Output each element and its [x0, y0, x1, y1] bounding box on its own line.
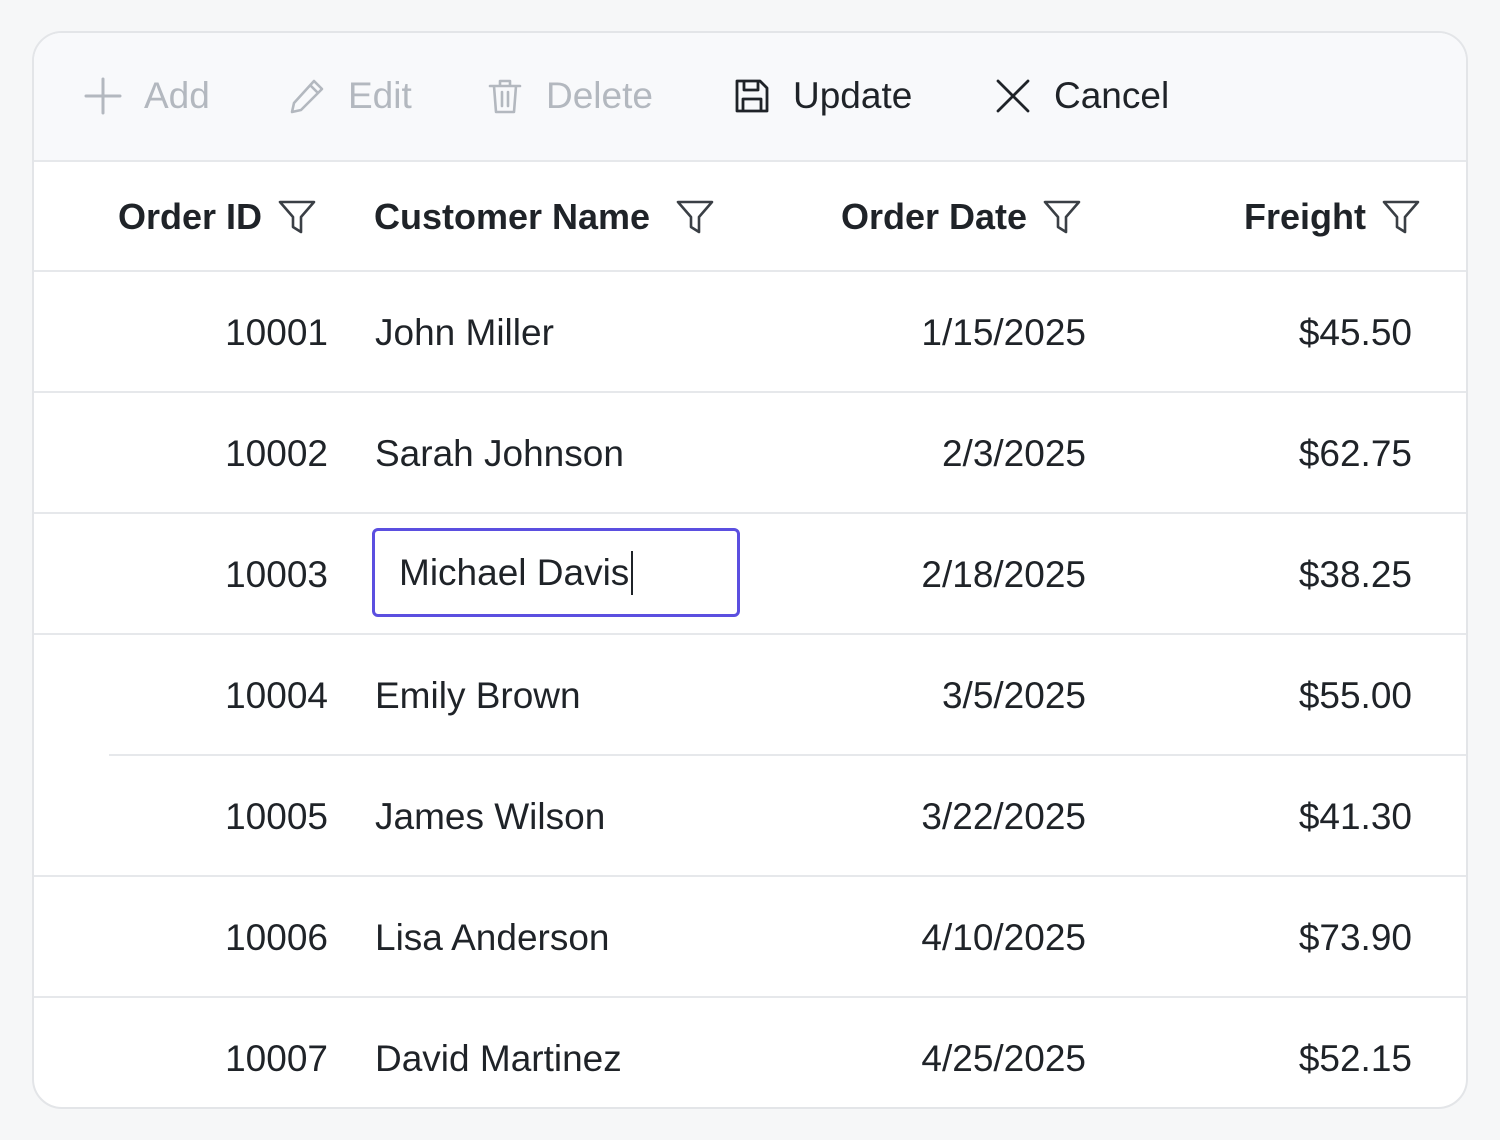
cell-customer-name: James Wilson — [375, 795, 606, 837]
table-row[interactable]: 10007 David Martinez 4/25/2025 $52.15 — [34, 998, 1466, 1107]
column-header-order-date[interactable]: Order Date — [841, 162, 1083, 272]
cell-order-date: 3/5/2025 — [941, 674, 1086, 716]
cell-freight: $41.30 — [1298, 795, 1412, 837]
filter-icon[interactable] — [276, 196, 318, 238]
delete-button[interactable]: Delete — [484, 73, 653, 119]
data-grid: Add Edit Delete Update Cancel Order ID C… — [32, 31, 1468, 1109]
table-row[interactable]: 10001 John Miller 1/15/2025 $45.50 — [34, 272, 1466, 393]
cell-order-date: 3/22/2025 — [921, 795, 1086, 837]
cell-order-id: 10006 — [225, 916, 328, 958]
cell-customer-name: Sarah Johnson — [375, 432, 624, 474]
cell-freight: $73.90 — [1298, 916, 1412, 958]
cell-order-id: 10005 — [225, 795, 328, 837]
text-caret — [631, 550, 634, 595]
update-button[interactable]: Update — [731, 73, 912, 119]
cancel-label: Cancel — [1054, 75, 1170, 116]
cell-order-date: 4/25/2025 — [921, 1037, 1086, 1079]
save-icon — [731, 75, 773, 117]
trash-icon — [484, 75, 526, 117]
cell-freight: $45.50 — [1298, 311, 1412, 353]
cell-order-id: 10001 — [225, 311, 328, 353]
cell-order-id: 10007 — [225, 1037, 328, 1079]
cell-order-date: 1/15/2025 — [921, 311, 1086, 353]
cell-order-id: 10003 — [225, 553, 328, 595]
cell-order-date: 4/10/2025 — [921, 916, 1086, 958]
cell-freight: $55.00 — [1298, 674, 1412, 716]
column-header-freight[interactable]: Freight — [1244, 162, 1422, 272]
cell-freight: $38.25 — [1298, 553, 1412, 595]
cell-customer-name: John Miller — [375, 311, 554, 353]
add-button[interactable]: Add — [82, 73, 210, 119]
grid-body: 10001 John Miller 1/15/2025 $45.50 10002… — [34, 272, 1466, 1107]
column-header-label: Order ID — [118, 196, 263, 237]
update-label: Update — [793, 75, 913, 116]
cell-customer-name: Emily Brown — [375, 674, 581, 716]
table-row[interactable]: 10006 Lisa Anderson 4/10/2025 $73.90 — [34, 877, 1466, 998]
column-header-label: Customer Name — [374, 196, 651, 237]
cell-freight: $52.15 — [1298, 1037, 1412, 1079]
cell-order-date: 2/3/2025 — [941, 432, 1086, 474]
grid-header: Order ID Customer Name Order Date Freigh… — [34, 162, 1466, 272]
table-row[interactable]: 10005 James Wilson 3/22/2025 $41.30 — [34, 756, 1466, 877]
filter-icon[interactable] — [1041, 196, 1083, 238]
edit-button[interactable]: Edit — [286, 73, 412, 119]
cell-order-id: 10004 — [225, 674, 328, 716]
cell-customer-name: Lisa Anderson — [375, 916, 610, 958]
cell-order-date: 2/18/2025 — [921, 553, 1086, 595]
delete-label: Delete — [546, 75, 653, 116]
filter-icon[interactable] — [1380, 196, 1422, 238]
column-header-label: Order Date — [841, 196, 1028, 237]
cell-order-id: 10002 — [225, 432, 328, 474]
column-header-label: Freight — [1244, 196, 1366, 237]
table-row-editing[interactable]: 10003 Michael Davis 2/18/2025 $38.25 — [34, 514, 1466, 635]
close-icon — [992, 75, 1034, 117]
pencil-icon — [286, 75, 328, 117]
column-header-customer-name[interactable]: Customer Name — [374, 162, 716, 272]
customer-name-edit-input[interactable]: Michael Davis — [372, 528, 740, 617]
cancel-button[interactable]: Cancel — [992, 73, 1169, 119]
table-row[interactable]: 10002 Sarah Johnson 2/3/2025 $62.75 — [34, 393, 1466, 514]
column-header-order-id[interactable]: Order ID — [118, 162, 318, 272]
plus-icon — [82, 75, 124, 117]
edit-label: Edit — [348, 75, 412, 116]
table-row[interactable]: 10004 Emily Brown 3/5/2025 $55.00 — [34, 635, 1466, 756]
filter-icon[interactable] — [674, 196, 716, 238]
add-label: Add — [144, 75, 210, 116]
cell-freight: $62.75 — [1298, 432, 1412, 474]
cell-customer-name: David Martinez — [375, 1037, 622, 1079]
grid-toolbar: Add Edit Delete Update Cancel — [34, 33, 1466, 162]
edit-input-value: Michael Davis — [399, 551, 630, 593]
